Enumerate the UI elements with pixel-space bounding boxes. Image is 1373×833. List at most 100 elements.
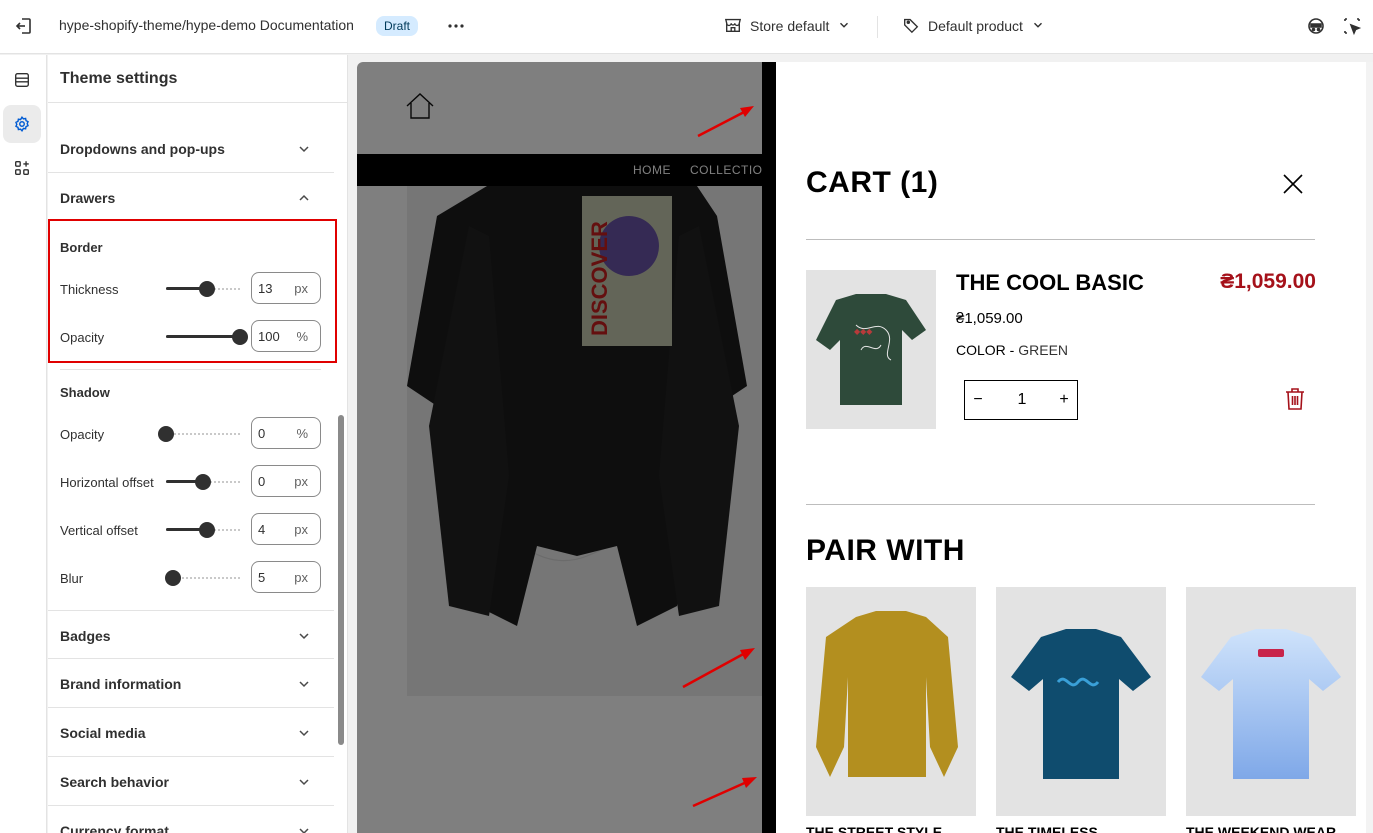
blur-setting: Blur 5 px [48,561,334,595]
option-label: COLOR - [956,342,1015,358]
annotation-arrow-icon [682,648,755,689]
shadow-opacity-setting: Opacity 0 % [48,417,334,451]
tag-icon [902,16,920,37]
divider [877,16,878,38]
chevron-down-icon [296,823,312,833]
cart-item-image[interactable]: ◆◆◆ [806,270,936,429]
store-selector[interactable]: Store default [724,14,851,38]
theme-preview: HOME COLLECTION DISCOVER CART (1) [357,62,1373,833]
drawer-overlay[interactable] [357,62,762,833]
status-badge: Draft [376,16,419,36]
drawer-scrollbar[interactable] [1366,62,1373,833]
recommendation-name[interactable]: THE STREET STYLE [806,824,976,833]
annotation-arrow-icon [697,106,754,138]
more-actions-icon[interactable] [444,14,468,38]
setting-label: Opacity [60,427,105,442]
blur-input[interactable]: 5 px [251,561,321,593]
store-selector-label: Store default [750,18,830,34]
product-selector-label: Default product [928,18,1023,34]
border-opacity-setting: Opacity 100 % [48,320,334,354]
setting-label: Thickness [60,282,119,297]
chevron-down-icon [837,18,851,35]
slider-thumb[interactable] [195,474,211,490]
section-social-media[interactable]: Social media [48,708,334,757]
panel-title: Theme settings [60,70,178,87]
section-dropdowns-popups[interactable]: Dropdowns and pop-ups [48,124,334,173]
select-element-icon[interactable] [1340,14,1364,38]
vertical-offset-setting: Vertical offset 4 px [48,513,334,547]
input-value: 13 [258,281,273,296]
recommendation-image[interactable] [996,587,1166,816]
setting-label: Horizontal offset [60,475,154,490]
input-unit: px [294,474,308,489]
shadow-opacity-input[interactable]: 0 % [251,417,321,449]
drawer-border [762,62,776,833]
slider-thumb[interactable] [232,329,248,345]
input-unit: % [296,329,308,344]
cart-item-total: ₴1,059.00 [1220,270,1316,293]
border-opacity-input[interactable]: 100 % [251,320,321,352]
section-currency-format[interactable]: Currency format [48,806,334,833]
section-label: Social media [60,725,146,741]
inspector-icon[interactable] [1304,14,1328,38]
theme-settings-icon[interactable] [3,105,41,143]
cart-count: (1) [900,166,939,199]
recommendation-image[interactable] [806,587,976,816]
section-label: Drawers [60,190,116,206]
input-value: 0 [258,426,266,441]
chevron-down-icon [296,141,312,157]
section-search-behavior[interactable]: Search behavior [48,757,334,806]
sections-icon[interactable] [3,61,41,99]
cart-item-name[interactable]: THE COOL BASIC [956,270,1144,296]
section-brand-information[interactable]: Brand information [48,659,334,708]
option-value: GREEN [1018,342,1069,358]
slider-track[interactable] [166,433,242,435]
panel-scrollbar[interactable] [338,415,344,745]
cart-title: CART (1) [806,166,938,200]
store-icon [724,16,742,37]
section-label: Dropdowns and pop-ups [60,141,225,157]
input-value: 5 [258,570,266,585]
cart-title-text: CART [806,166,892,199]
apps-icon[interactable] [3,149,41,187]
section-label: Currency format [60,823,169,833]
exit-icon[interactable] [12,14,36,38]
input-unit: % [296,426,308,441]
setting-label: Blur [60,571,84,586]
recommendation-image[interactable] [1186,587,1356,816]
close-icon[interactable] [1282,173,1304,195]
thickness-input[interactable]: 13 px [251,272,321,304]
setting-label: Vertical offset [60,523,138,538]
vertical-offset-input[interactable]: 4 px [251,513,321,545]
slider-thumb[interactable] [165,570,182,586]
setting-label: Opacity [60,330,105,345]
section-label: Badges [60,628,111,644]
section-drawers[interactable]: Drawers [48,173,334,222]
input-value: 0 [258,474,266,489]
input-unit: px [294,522,308,537]
shadow-heading: Shadow [60,385,110,400]
theme-settings-panel: Theme settings Dropdowns and pop-ups Dra… [48,55,348,833]
theme-title: hype-shopify-theme/hype-demo Documentati… [59,17,354,33]
pair-with-title: PAIR WITH [806,534,965,567]
input-value: 100 [258,329,280,344]
top-bar: hype-shopify-theme/hype-demo Documentati… [0,0,1373,54]
recommendation-name[interactable]: THE WEEKEND WEAR [1186,824,1356,833]
thickness-setting: Thickness 13 px [48,272,334,306]
chevron-down-icon [1031,18,1045,35]
input-unit: px [294,570,308,585]
quantity-value[interactable]: 1 [1003,381,1041,419]
section-badges[interactable]: Badges [48,610,334,659]
horizontal-offset-input[interactable]: 0 px [251,465,321,497]
plus-icon[interactable]: + [1051,381,1077,419]
slider-fill [166,335,240,338]
chevron-down-icon [296,774,312,790]
minus-icon[interactable]: − [965,381,991,419]
slider-thumb[interactable] [198,281,215,297]
svg-text:◆◆◆: ◆◆◆ [854,327,873,336]
recommendation-name[interactable]: THE TIMELESS [996,824,1166,833]
trash-icon[interactable] [1284,387,1306,411]
slider-thumb[interactable] [158,426,174,442]
product-selector[interactable]: Default product [902,14,1045,38]
slider-thumb[interactable] [198,522,215,538]
